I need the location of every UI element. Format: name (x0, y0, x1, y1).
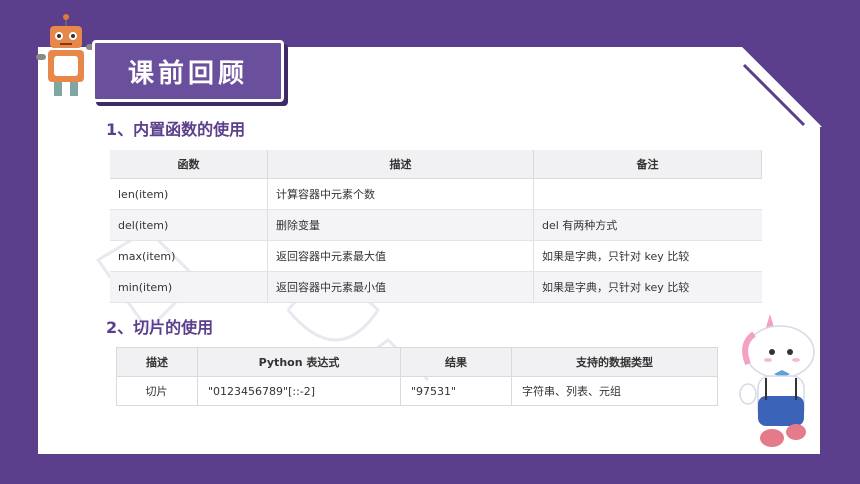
table-row: 切片 "0123456789"[::-2] "97531" 字符串、列表、元组 (116, 376, 718, 406)
robot-mascot-icon (36, 14, 96, 96)
table-cell: 切片 (116, 376, 198, 406)
table-cell (533, 178, 762, 210)
table-cell: len(item) (110, 178, 268, 210)
table-cell: 计算容器中元素个数 (267, 178, 534, 210)
table-cell: min(item) (110, 271, 268, 303)
table-cell: 如果是字典，只针对 key 比较 (533, 271, 762, 303)
table-cell: 删除变量 (267, 209, 534, 241)
column-header: 描述 (267, 150, 534, 179)
slicing-table: 描述 Python 表达式 结果 支持的数据类型 切片 "0123456789"… (116, 347, 718, 406)
table-cell: max(item) (110, 240, 268, 272)
column-header: 描述 (116, 347, 198, 377)
table-header-row: 描述 Python 表达式 结果 支持的数据类型 (116, 347, 718, 377)
table-row: min(item) 返回容器中元素最小值 如果是字典，只针对 key 比较 (110, 271, 762, 303)
column-header: 函数 (110, 150, 268, 179)
column-header: 支持的数据类型 (511, 347, 718, 377)
page-corner-fold-icon (742, 47, 822, 127)
table-cell: 字符串、列表、元组 (511, 376, 718, 406)
unicorn-mascot-icon (739, 314, 815, 447)
table-cell: del(item) (110, 209, 268, 241)
table-cell: 返回容器中元素最大值 (267, 240, 534, 272)
section2-title: 2、切片的使用 (106, 318, 214, 337)
builtin-functions-table: 函数 描述 备注 len(item) 计算容器中元素个数 del(item) 删… (110, 150, 762, 303)
column-header: Python 表达式 (197, 347, 401, 377)
table-cell: del 有两种方式 (533, 209, 762, 241)
column-header: 备注 (533, 150, 762, 179)
table-cell: 如果是字典，只针对 key 比较 (533, 240, 762, 272)
table-cell: "0123456789"[::-2] (197, 376, 401, 406)
column-header: 结果 (400, 347, 512, 377)
page-title: 课前回顾 (127, 58, 248, 89)
table-cell: "97531" (400, 376, 512, 406)
slide: 课前回顾 1、内置函数的使用 函数 描述 备注 len(item) 计算容器中元… (0, 0, 860, 484)
table-header-row: 函数 描述 备注 (110, 150, 762, 179)
section1-title: 1、内置函数的使用 (106, 120, 246, 139)
table-row: len(item) 计算容器中元素个数 (110, 178, 762, 210)
table-row: max(item) 返回容器中元素最大值 如果是字典，只针对 key 比较 (110, 240, 762, 272)
table-cell: 返回容器中元素最小值 (267, 271, 534, 303)
table-row: del(item) 删除变量 del 有两种方式 (110, 209, 762, 241)
page-title-badge: 课前回顾 (92, 40, 284, 102)
